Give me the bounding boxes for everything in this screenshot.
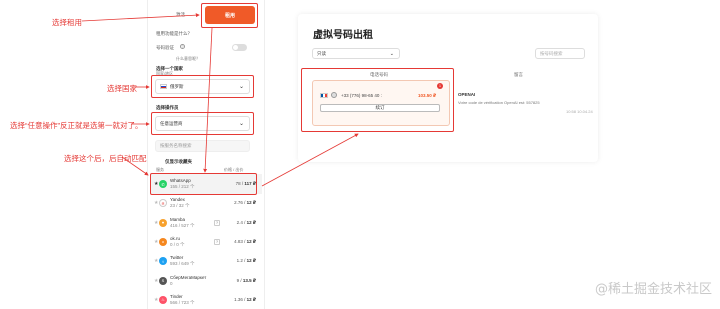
help-icon[interactable]: ? [180,44,185,49]
col-message-header: 留言 [514,72,523,77]
filter-value: 只读 [317,50,326,56]
sber-icon: S [159,276,167,285]
service-count: 23 / 32 个 [170,203,190,209]
service-price: 2.4 / [236,219,247,225]
highlight-whatsapp [150,173,257,195]
service-row[interactable]: ★ S СберМегаМаркет 0 9 / 13.5 ₽ [150,271,262,291]
service-price: 1.36 / [234,296,247,302]
what-is-verify-link[interactable]: 什么意思呢？ [176,56,200,62]
favorite-star-icon[interactable]: ★ [154,200,158,206]
okru-icon: o [159,237,167,246]
page-title: 虚拟号码出租 [313,30,373,41]
highlight-number [301,68,454,132]
number-search-input[interactable]: 按号码搜索 [535,48,585,59]
service-row[interactable]: ★ ♥ Mamba 416 / 527 个? 2.4 / 12 ₽ [150,213,262,233]
favorite-star-icon[interactable]: ★ [154,220,158,226]
what-is-rent-link[interactable]: 租用功能是什么？ [156,31,192,37]
favorite-star-icon[interactable]: ★ [154,297,158,303]
service-count: 416 / 527 个 [170,222,195,228]
number-verify-label: 号码验证 [156,45,174,50]
message-sender: OPENAI [458,92,476,97]
service-count: 566 / 723 个 [170,299,195,305]
service-price-bid: 12 ₽ [246,200,256,206]
service-price-bid: 12 ₽ [246,296,256,302]
favorite-star-icon[interactable]: ★ [154,258,158,264]
help-icon[interactable]: ? [214,238,220,245]
favorite-star-icon[interactable]: ★ [154,239,158,245]
tinder-icon: ♨ [159,295,167,304]
tab-activation[interactable]: 激活 [176,12,185,18]
service-price-bid: 13.5 ₽ [242,277,256,283]
message-text: Votre code de vérification OpenAI est: 5… [458,100,540,105]
watermark: @稀土掘金技术社区 [594,282,712,297]
service-search-placeholder: 按服务名称搜索 [160,143,192,148]
service-count: 0 [170,280,173,286]
service-row[interactable]: ★ ♨ Tinder 566 / 723 个 1.36 / 12 ₽ [150,290,262,309]
service-count: 593 / 649 个 [170,261,195,267]
message-time: 10:58 10.04.24 [566,109,593,114]
service-price: 2.76 / [234,200,247,206]
yandex-icon: Я [159,199,167,208]
service-price-bid: 12 ₽ [246,238,256,244]
service-count: 0 / 0 个 [170,241,185,247]
verify-toggle[interactable] [232,44,247,51]
highlight-operator [151,112,254,135]
twitter-icon: t [159,257,167,266]
service-search-input[interactable]: 按服务名称搜索 [155,140,250,152]
service-row[interactable]: ★ t Twitter 593 / 649 个 1.2 / 12 ₽ [150,251,262,271]
annotation-select-country: 选择国家 [107,84,137,93]
highlight-rent [201,3,258,28]
service-row[interactable]: ★ o ok.ru 0 / 0 个? 4.83 / 12 ₽ [150,232,262,252]
service-price-bid: 12 ₽ [246,219,256,225]
favorites-filter[interactable]: 仅显示收藏夹 [165,159,192,165]
service-price: 1.2 / [236,258,247,264]
annotation-select-any-op: 选择“任意操作”反正就是选第一就对了。 [10,121,143,130]
service-row[interactable]: ★ Я Yandex 23 / 32 个 2.76 / 12 ₽ [150,193,262,213]
select-operator-label: 选择操作员 [156,105,179,110]
service-price-bid: 12 ₽ [246,258,256,264]
service-price: 4.83 / [234,238,247,244]
highlight-country [151,75,254,98]
annotation-select-rent: 选择租用 [52,18,82,27]
help-icon[interactable]: ? [214,219,220,226]
mamba-icon: ♥ [159,218,167,227]
favorite-star-icon[interactable]: ★ [154,278,158,284]
filter-select[interactable]: 只读 ⌄ [312,48,400,59]
number-search-placeholder: 按号码搜索 [540,50,563,56]
chevron-down-icon: ⌄ [389,50,394,57]
annotation-select-service: 选择这个后，后自动匹配 [64,154,147,163]
